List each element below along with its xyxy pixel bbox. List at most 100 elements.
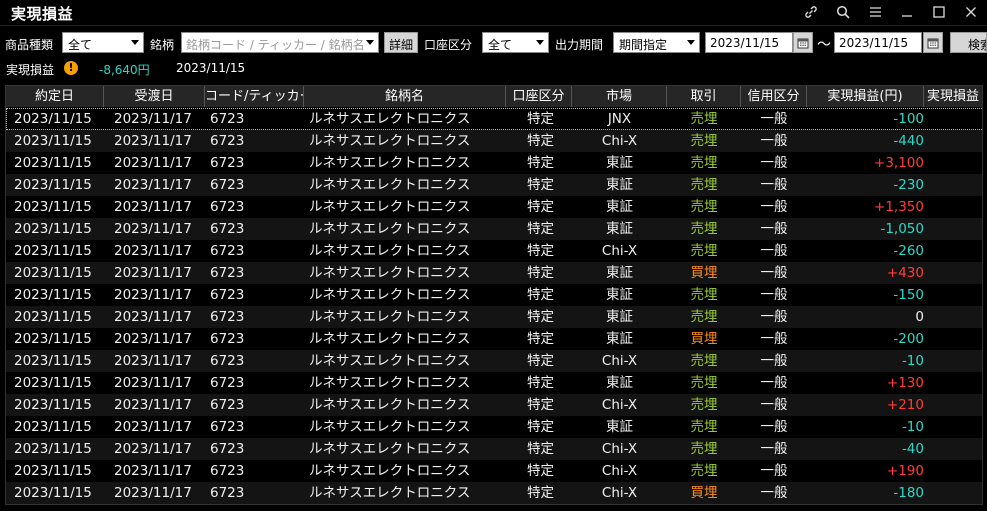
table-row[interactable]: 2023/11/15 2023/11/17 6723 ルネサスエレクトロニクス 特定 Ch… bbox=[6, 394, 982, 416]
cell-settle-date: 2023/11/17 bbox=[114, 441, 192, 457]
table-row[interactable]: 2023/11/15 2023/11/17 6723 ルネサスエレクトロニクス 特定 東証… bbox=[6, 218, 982, 240]
table-row[interactable]: 2023/11/15 2023/11/17 6723 ルネサスエレクトロニクス 特定 東証… bbox=[6, 174, 982, 196]
cell-trade-type: 売埋 bbox=[690, 463, 718, 479]
cell-credit-type: 一般 bbox=[760, 397, 788, 413]
warning-icon[interactable]: ! bbox=[64, 61, 78, 75]
symbol-placeholder: 銘柄コード / ティッカー / 銘柄名 bbox=[186, 38, 365, 52]
cell-credit-type: 一般 bbox=[760, 155, 788, 171]
cell-trade-type: 売埋 bbox=[690, 177, 718, 193]
symbol-input[interactable]: 銘柄コード / ティッカー / 銘柄名 bbox=[181, 32, 379, 53]
table-row[interactable]: 2023/11/15 2023/11/17 6723 ルネサスエレクトロニクス 特定 JN… bbox=[6, 108, 982, 130]
chevron-down-icon bbox=[536, 40, 544, 45]
table-row[interactable]: 2023/11/15 2023/11/17 6723 ルネサスエレクトロニクス 特定 Ch… bbox=[6, 130, 982, 152]
summary-value: -8,640円 bbox=[99, 63, 150, 77]
col-header-credit[interactable]: 信用区分 bbox=[741, 86, 807, 107]
cell-market: 東証 bbox=[606, 419, 633, 435]
summary-date: 2023/11/15 bbox=[176, 61, 246, 75]
cell-market: JNX bbox=[607, 111, 632, 127]
col-header-trade-date[interactable]: 約定日 bbox=[6, 86, 104, 107]
table-row[interactable]: 2023/11/15 2023/11/17 6723 ルネサスエレクトロニクス 特定 東証… bbox=[6, 284, 982, 306]
table-row[interactable]: 2023/11/15 2023/11/17 6723 ルネサスエレクトロニクス 特定 東証… bbox=[6, 416, 982, 438]
cell-code: 6723 bbox=[210, 199, 245, 215]
col-header-trade[interactable]: 取引 bbox=[667, 86, 741, 107]
cell-realized-pl: +130 bbox=[886, 375, 924, 391]
cell-market: 東証 bbox=[606, 221, 633, 237]
chevron-down-icon bbox=[131, 40, 139, 45]
cell-trade-date: 2023/11/15 bbox=[14, 309, 92, 325]
title-bar: 実現損益 bbox=[0, 0, 987, 26]
cell-stock-name: ルネサスエレクトロニクス bbox=[309, 111, 471, 127]
cell-trade-type: 買埋 bbox=[690, 331, 718, 347]
cell-account-type: 特定 bbox=[527, 397, 554, 413]
calendar-from-icon[interactable] bbox=[793, 32, 813, 53]
cell-settle-date: 2023/11/17 bbox=[114, 133, 192, 149]
realized-pl-table: 約定日 受渡日 コード/ティッカー 銘柄名 口座区分 市場 取引 信用区分 実現… bbox=[5, 85, 983, 505]
cell-realized-pl: -230 bbox=[893, 177, 924, 193]
cell-realized-pl: +430 bbox=[886, 265, 924, 281]
table-row[interactable]: 2023/11/15 2023/11/17 6723 ルネサスエレクトロニクス 特定 Ch… bbox=[6, 240, 982, 262]
detail-button[interactable]: 詳細 bbox=[384, 32, 418, 53]
link-icon[interactable] bbox=[795, 0, 827, 24]
cell-trade-type: 売埋 bbox=[690, 199, 718, 215]
account-select-value: 全て bbox=[488, 38, 513, 52]
cell-trade-type: 売埋 bbox=[690, 287, 718, 303]
table-row[interactable]: 2023/11/15 2023/11/17 6723 ルネサスエレクトロニクス 特定 Ch… bbox=[6, 460, 982, 482]
product-select-value: 全て bbox=[68, 38, 93, 52]
cell-stock-name: ルネサスエレクトロニクス bbox=[309, 133, 471, 149]
table-row[interactable]: 2023/11/15 2023/11/17 6723 ルネサスエレクトロニクス 特定 東証… bbox=[6, 152, 982, 174]
cell-trade-type: 売埋 bbox=[690, 309, 718, 325]
cell-realized-pl: +210 bbox=[886, 397, 924, 413]
cell-credit-type: 一般 bbox=[760, 287, 788, 303]
cell-stock-name: ルネサスエレクトロニクス bbox=[309, 353, 471, 369]
window-title: 実現損益 bbox=[11, 5, 74, 23]
cell-trade-type: 売埋 bbox=[690, 243, 718, 259]
search-icon[interactable] bbox=[827, 0, 859, 24]
cell-code: 6723 bbox=[210, 331, 245, 347]
table-row[interactable]: 2023/11/15 2023/11/17 6723 ルネサスエレクトロニクス 特定 東証… bbox=[6, 328, 982, 350]
date-from-input[interactable]: 2023/11/15 bbox=[705, 32, 793, 53]
maximize-icon[interactable] bbox=[923, 0, 955, 24]
col-header-name[interactable]: 銘柄名 bbox=[304, 86, 506, 107]
cell-code: 6723 bbox=[210, 375, 245, 391]
symbol-dropdown[interactable] bbox=[364, 32, 379, 53]
table-row[interactable]: 2023/11/15 2023/11/17 6723 ルネサスエレクトロニクス 特定 東証… bbox=[6, 196, 982, 218]
cell-stock-name: ルネサスエレクトロニクス bbox=[309, 177, 471, 193]
col-header-settle-date[interactable]: 受渡日 bbox=[104, 86, 205, 107]
cell-account-type: 特定 bbox=[527, 331, 554, 347]
table-row[interactable]: 2023/11/15 2023/11/17 6723 ルネサスエレクトロニクス 特定 Ch… bbox=[6, 482, 982, 504]
col-header-pl-yen[interactable]: 実現損益(円) bbox=[807, 86, 924, 107]
close-icon[interactable] bbox=[955, 0, 987, 24]
cell-code: 6723 bbox=[210, 111, 245, 127]
menu-icon[interactable] bbox=[859, 0, 891, 24]
period-select[interactable]: 期間指定 bbox=[613, 32, 700, 53]
table-row[interactable]: 2023/11/15 2023/11/17 6723 ルネサスエレクトロニクス 特定 東証… bbox=[6, 372, 982, 394]
col-header-pl[interactable]: 実現損益 bbox=[924, 86, 982, 107]
account-select[interactable]: 全て bbox=[482, 32, 549, 53]
calendar-to-icon[interactable] bbox=[923, 32, 943, 53]
cell-stock-name: ルネサスエレクトロニクス bbox=[309, 441, 471, 457]
col-header-market[interactable]: 市場 bbox=[572, 86, 667, 107]
cell-market: 東証 bbox=[606, 287, 633, 303]
cell-trade-type: 売埋 bbox=[690, 441, 718, 457]
col-header-code[interactable]: コード/ティッカー bbox=[205, 86, 304, 107]
cell-trade-date: 2023/11/15 bbox=[14, 375, 92, 391]
cell-settle-date: 2023/11/17 bbox=[114, 221, 192, 237]
table-row[interactable]: 2023/11/15 2023/11/17 6723 ルネサスエレクトロニクス 特定 東証… bbox=[6, 306, 982, 328]
cell-trade-date: 2023/11/15 bbox=[14, 485, 92, 501]
cell-credit-type: 一般 bbox=[760, 441, 788, 457]
table-row[interactable]: 2023/11/15 2023/11/17 6723 ルネサスエレクトロニクス 特定 Ch… bbox=[6, 350, 982, 372]
date-to-input[interactable]: 2023/11/15 bbox=[834, 32, 922, 53]
cell-market: 東証 bbox=[606, 177, 633, 193]
minimize-icon[interactable] bbox=[891, 0, 923, 24]
cell-settle-date: 2023/11/17 bbox=[114, 243, 192, 259]
cell-realized-pl: -40 bbox=[901, 441, 924, 457]
cell-account-type: 特定 bbox=[527, 375, 554, 391]
cell-settle-date: 2023/11/17 bbox=[114, 397, 192, 413]
col-header-account[interactable]: 口座区分 bbox=[506, 86, 572, 107]
search-button[interactable]: 検索 bbox=[950, 32, 987, 53]
table-row[interactable]: 2023/11/15 2023/11/17 6723 ルネサスエレクトロニクス 特定 東証… bbox=[6, 262, 982, 284]
cell-trade-date: 2023/11/15 bbox=[14, 353, 92, 369]
product-select[interactable]: 全て bbox=[62, 32, 144, 53]
chevron-down-icon bbox=[687, 40, 695, 45]
table-row[interactable]: 2023/11/15 2023/11/17 6723 ルネサスエレクトロニクス 特定 Ch… bbox=[6, 438, 982, 460]
